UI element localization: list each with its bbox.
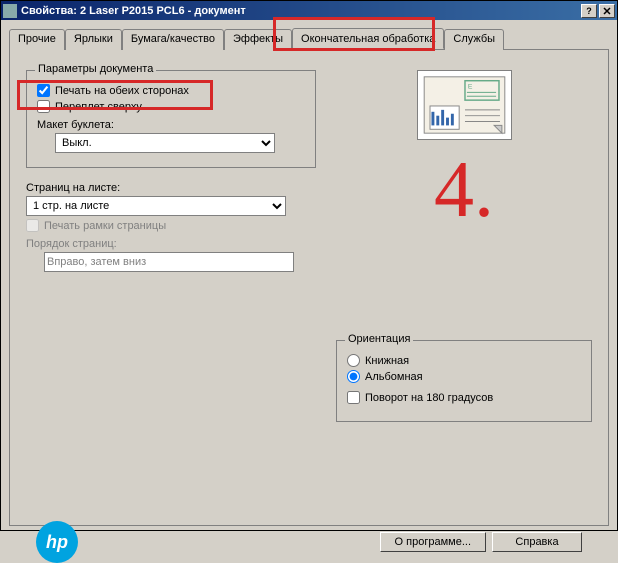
tab-finishing[interactable]: Окончательная обработка bbox=[292, 28, 444, 49]
bind-top-checkbox[interactable]: Переплет сверху bbox=[37, 100, 305, 113]
tab-effects[interactable]: Эффекты bbox=[224, 29, 292, 50]
print-borders-checkbox: Печать рамки страницы bbox=[26, 219, 316, 232]
printer-icon bbox=[3, 4, 17, 18]
tab-paper-quality[interactable]: Бумага/качество bbox=[122, 29, 224, 50]
portrait-label: Книжная bbox=[365, 355, 409, 367]
page-preview: E bbox=[417, 70, 512, 140]
pages-per-sheet-select[interactable]: 1 стр. на листе bbox=[26, 196, 286, 216]
document-params-legend: Параметры документа bbox=[35, 63, 156, 75]
tab-other[interactable]: Прочие bbox=[9, 29, 65, 50]
orientation-portrait[interactable]: Книжная bbox=[347, 354, 581, 367]
print-both-sides-label: Печать на обеих сторонах bbox=[55, 85, 189, 97]
bind-top-input[interactable] bbox=[37, 100, 50, 113]
tab-strip: Прочие Ярлыки Бумага/качество Эффекты Ок… bbox=[9, 28, 609, 49]
titlebar: Свойства: 2 Laser P2015 PCL6 - документ … bbox=[1, 1, 617, 20]
print-both-sides-checkbox[interactable]: Печать на обеих сторонах bbox=[37, 84, 305, 97]
titlebar-buttons: ? bbox=[581, 4, 615, 18]
orientation-landscape[interactable]: Альбомная bbox=[347, 370, 581, 383]
booklet-label: Макет буклета: bbox=[37, 119, 305, 131]
annotation-number: 4. bbox=[336, 150, 592, 230]
print-both-sides-input[interactable] bbox=[37, 84, 50, 97]
help-button-footer[interactable]: Справка bbox=[492, 532, 582, 552]
tab-panel: Параметры документа Печать на обеих стор… bbox=[9, 49, 609, 526]
close-icon bbox=[603, 7, 611, 15]
document-params-group: Параметры документа Печать на обеих стор… bbox=[26, 70, 316, 168]
landscape-label: Альбомная bbox=[365, 371, 423, 383]
rotate-180-label: Поворот на 180 градусов bbox=[365, 392, 493, 404]
tab-services[interactable]: Службы bbox=[444, 29, 504, 50]
bind-top-label: Переплет сверху bbox=[55, 101, 142, 113]
about-button[interactable]: О программе... bbox=[380, 532, 486, 552]
help-button[interactable]: ? bbox=[581, 4, 597, 18]
client-area: Прочие Ярлыки Бумага/качество Эффекты Ок… bbox=[1, 20, 617, 530]
close-button[interactable] bbox=[599, 4, 615, 18]
footer: hp О программе... Справка bbox=[26, 515, 592, 563]
page-order-label: Порядок страниц: bbox=[26, 238, 316, 250]
page-order-input bbox=[44, 252, 294, 272]
orientation-group: Ориентация Книжная Альбомная Поворот на … bbox=[336, 340, 592, 422]
hp-logo: hp bbox=[36, 521, 78, 563]
tab-shortcuts[interactable]: Ярлыки bbox=[65, 29, 122, 50]
properties-window: Свойства: 2 Laser P2015 PCL6 - документ … bbox=[0, 0, 618, 531]
svg-text:E: E bbox=[467, 83, 472, 90]
landscape-radio[interactable] bbox=[347, 370, 360, 383]
print-borders-input bbox=[26, 219, 39, 232]
pages-per-sheet-label: Страниц на листе: bbox=[26, 182, 316, 194]
print-borders-label: Печать рамки страницы bbox=[44, 220, 166, 232]
preview-icon: E bbox=[418, 71, 511, 139]
window-title: Свойства: 2 Laser P2015 PCL6 - документ bbox=[21, 5, 581, 17]
booklet-select[interactable]: Выкл. bbox=[55, 133, 275, 153]
rotate-180-checkbox[interactable]: Поворот на 180 градусов bbox=[347, 391, 581, 404]
orientation-legend: Ориентация bbox=[345, 333, 413, 345]
rotate-180-input[interactable] bbox=[347, 391, 360, 404]
portrait-radio[interactable] bbox=[347, 354, 360, 367]
